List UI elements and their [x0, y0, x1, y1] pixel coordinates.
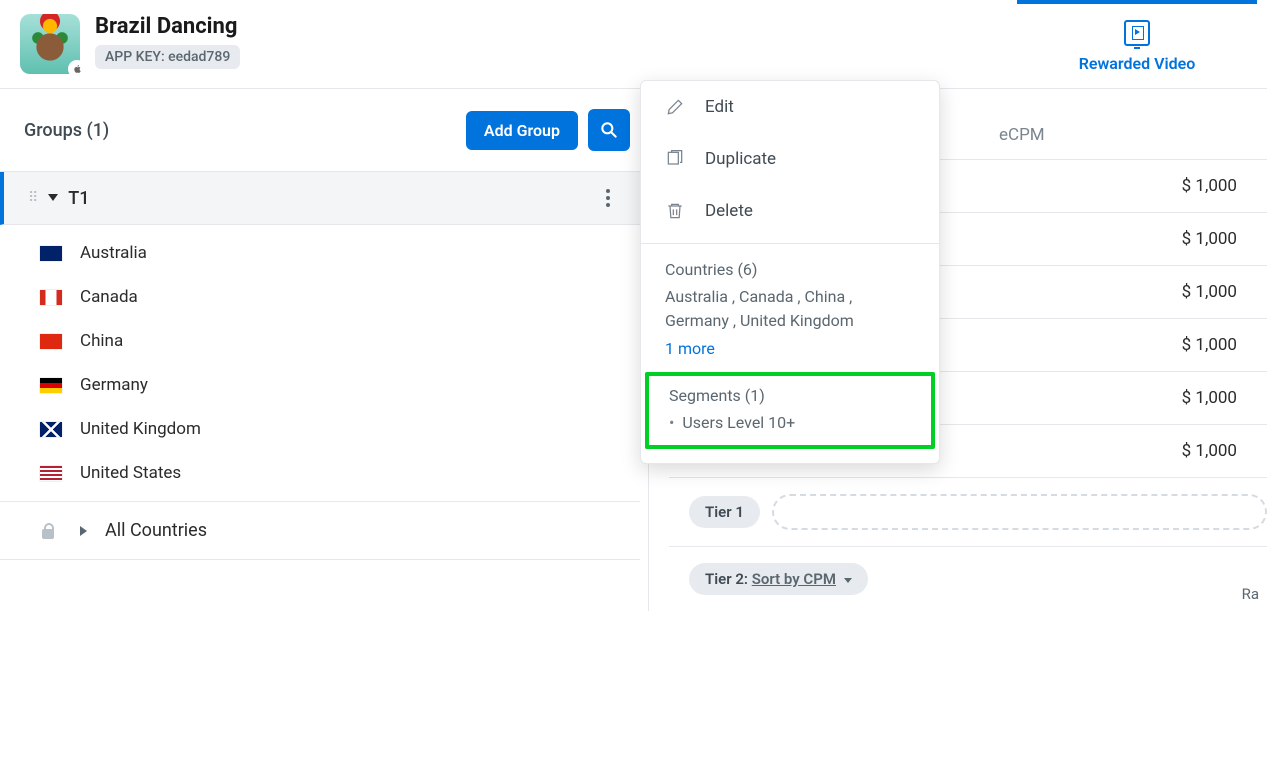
rewarded-video-icon [1124, 20, 1150, 46]
popover-countries-more-link[interactable]: 1 more [665, 339, 715, 358]
search-icon [599, 120, 619, 140]
flag-gb-icon [40, 422, 62, 437]
popover-segments-heading: Segments (1) [669, 386, 911, 405]
group-row[interactable]: ⠿ T1 [0, 172, 640, 225]
popover-segments-item: •Users Level 10+ [669, 411, 911, 435]
popover-segments-highlight: Segments (1) •Users Level 10+ [645, 372, 935, 449]
flag-us-icon [40, 466, 62, 481]
group-name: T1 [68, 188, 89, 209]
country-item[interactable]: Canada [0, 275, 640, 319]
tab-rewarded-video[interactable]: Rewarded Video [1017, 0, 1257, 73]
chevron-down-icon[interactable] [48, 194, 58, 201]
duplicate-icon [665, 149, 685, 169]
trash-icon [665, 201, 685, 221]
flag-ca-icon [40, 290, 62, 305]
groups-header: Groups (1) [24, 120, 109, 141]
truncated-text: Ra [1242, 585, 1259, 603]
flag-cn-icon [40, 334, 62, 349]
apple-icon [68, 60, 86, 78]
lock-icon [40, 523, 56, 539]
search-button[interactable] [588, 109, 630, 151]
menu-item-edit[interactable]: Edit [641, 81, 939, 133]
popover-countries-list: Australia , Canada , China , Germany , U… [665, 285, 915, 333]
more-menu-button[interactable] [596, 186, 620, 210]
chevron-down-icon [844, 578, 852, 583]
country-item[interactable]: Australia [0, 231, 640, 275]
menu-item-duplicate[interactable]: Duplicate [641, 133, 939, 185]
add-group-button[interactable]: Add Group [466, 111, 578, 150]
tier2-chip[interactable]: Tier 2: Sort by CPM [689, 563, 868, 595]
group-context-menu: Edit Duplicate Delete Countries (6) Aust… [640, 80, 940, 464]
tier1-chip[interactable]: Tier 1 [689, 496, 760, 528]
country-item[interactable]: Germany [0, 363, 640, 407]
country-item[interactable]: United Kingdom [0, 407, 640, 451]
pencil-icon [665, 97, 685, 117]
drag-handle-icon[interactable]: ⠿ [28, 190, 36, 206]
menu-item-delete[interactable]: Delete [641, 185, 939, 237]
ecpm-column-header: eCPM [999, 125, 1045, 145]
popover-countries-heading: Countries (6) [665, 260, 915, 279]
app-key-chip: APP KEY: eedad789 [95, 45, 240, 69]
flag-au-icon [40, 246, 62, 261]
country-list: Australia Canada China Germany United Ki… [0, 225, 640, 502]
chevron-right-icon [80, 526, 87, 536]
tier1-dropzone[interactable] [772, 494, 1267, 530]
app-title: Brazil Dancing [95, 14, 240, 39]
sort-by-cpm-link[interactable]: Sort by CPM [752, 570, 836, 588]
country-item[interactable]: United States [0, 451, 640, 495]
all-countries-row[interactable]: All Countries [0, 502, 640, 560]
flag-de-icon [40, 378, 62, 393]
country-item[interactable]: China [0, 319, 640, 363]
